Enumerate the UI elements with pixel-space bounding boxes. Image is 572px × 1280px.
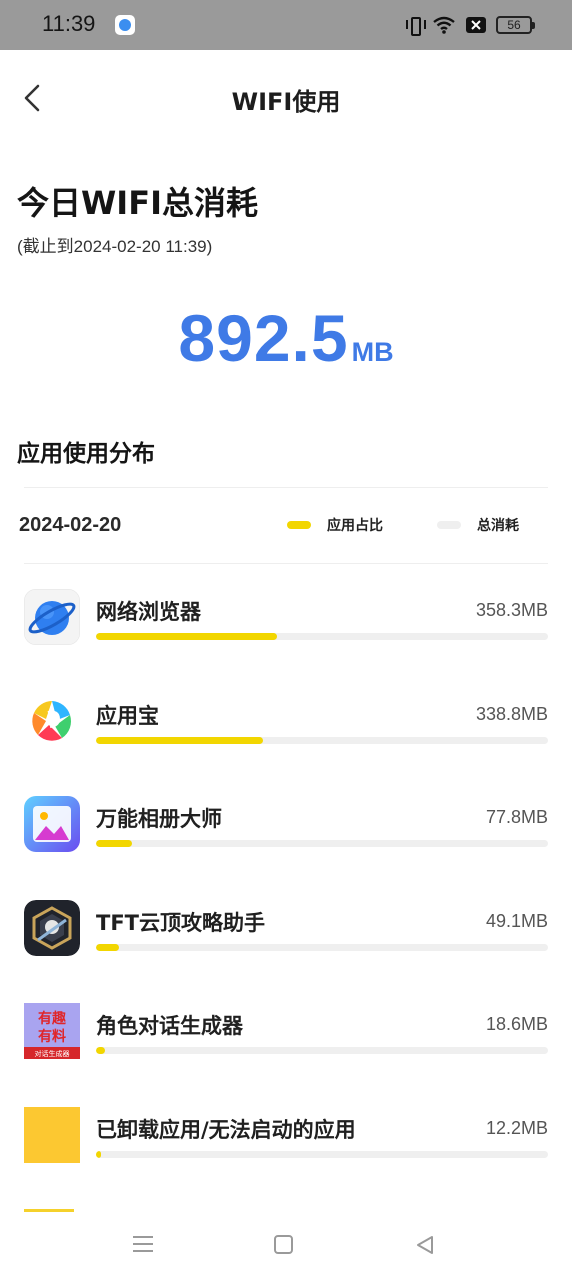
usage-bar-fill: [96, 736, 264, 744]
app-name: 已卸载应用/无法启动的应用: [96, 1117, 356, 1142]
status-icons: 56: [406, 14, 535, 36]
vibrate-icon: [406, 15, 426, 36]
usage-bar-fill: [96, 943, 119, 951]
status-time: 11:39: [42, 11, 96, 36]
usage-bar-fill: [96, 1150, 101, 1158]
app-size: 18.6MB: [485, 1014, 548, 1034]
today-wifi-title: 今日WIFI总消耗: [17, 184, 258, 222]
total-usage: 892.5 MB: [0, 300, 572, 376]
app-size: 77.8MB: [485, 807, 548, 827]
legend-total-consumption: 总消耗: [437, 515, 519, 535]
notification-app-icon: [115, 15, 135, 35]
distribution-title: 应用使用分布: [17, 441, 155, 467]
legend-swatch-total: [437, 521, 461, 529]
usage-bar-track: [96, 943, 548, 951]
app-store-icon: [24, 692, 80, 749]
total-usage-unit: MB: [351, 337, 394, 367]
app-size: 338.8MB: [475, 703, 548, 724]
battery-icon: 56: [496, 16, 535, 34]
photo-album-icon: [24, 796, 80, 852]
app-name: 万能相册大师: [96, 807, 222, 831]
app-row-tft[interactable]: TFT云顶攻略助手 49.1MB: [0, 897, 572, 1001]
legend-app-share: 应用占比: [287, 515, 383, 535]
dialogue-generator-icon: 有趣 有料 对话生成器: [24, 1003, 80, 1059]
browser-planet-icon: [24, 589, 80, 645]
usage-bar-track: [96, 840, 548, 847]
usage-bar-track: [96, 1150, 548, 1158]
app-row-uninstalled[interactable]: 已卸载应用/无法启动的应用 12.2MB: [0, 1104, 572, 1208]
app-name: 应用宝: [96, 703, 159, 728]
system-nav-bar: [0, 1212, 572, 1280]
app-row-app-store[interactable]: 应用宝 338.8MB: [0, 690, 572, 794]
total-usage-value: 892.5: [178, 301, 349, 375]
legend-label-app-share: 应用占比: [327, 518, 383, 534]
header: WIFI使用: [0, 50, 572, 146]
app-row-dialogue-generator[interactable]: 有趣 有料 对话生成器 角色对话生成器 18.6MB: [0, 1000, 572, 1104]
usage-bar-track: [96, 1047, 548, 1054]
usage-bar-fill: [96, 633, 277, 640]
dialogue-icon-line2: 有料: [38, 1028, 66, 1045]
app-row-browser[interactable]: 网络浏览器 358.3MB: [0, 586, 572, 690]
usage-bar-fill: [96, 840, 133, 847]
divider: [24, 563, 548, 564]
dialogue-icon-line3: 对话生成器: [35, 1049, 70, 1058]
home-icon[interactable]: [274, 1235, 293, 1254]
page-title: WIFI使用: [231, 88, 341, 116]
app-size: 12.2MB: [485, 1117, 548, 1138]
usage-bar-fill: [96, 1047, 106, 1054]
uninstalled-app-icon: [24, 1106, 80, 1163]
divider: [24, 487, 548, 488]
usage-bar-track: [96, 736, 548, 744]
menu-icon[interactable]: [133, 1234, 153, 1254]
no-sim-icon: [466, 17, 486, 33]
app-size: 358.3MB: [475, 600, 548, 620]
app-name: TFT云顶攻略助手: [96, 910, 265, 935]
tft-game-icon: [24, 899, 80, 956]
status-bar: 11:39 56: [0, 0, 572, 50]
distribution-date: 2024-02-20: [19, 514, 122, 536]
legend-label-total: 总消耗: [477, 518, 519, 534]
usage-bar-track: [96, 633, 548, 640]
app-name: 网络浏览器: [96, 600, 201, 624]
app-size: 49.1MB: [485, 910, 548, 931]
nav-back-icon[interactable]: [414, 1234, 436, 1260]
today-wifi-subtitle: (截止到2024-02-20 11:39): [17, 237, 213, 256]
dialogue-icon-line1: 有趣: [38, 1010, 67, 1027]
app-row-photo-album[interactable]: 万能相册大师 77.8MB: [0, 793, 572, 897]
app-usage-list: 网络浏览器 358.3MB 应用宝 338.8MB 万能相册大师 77.8MB …: [0, 586, 572, 1207]
app-name: 角色对话生成器: [96, 1014, 243, 1038]
legend-swatch-app-share: [287, 521, 311, 529]
wifi-icon: [432, 16, 456, 34]
